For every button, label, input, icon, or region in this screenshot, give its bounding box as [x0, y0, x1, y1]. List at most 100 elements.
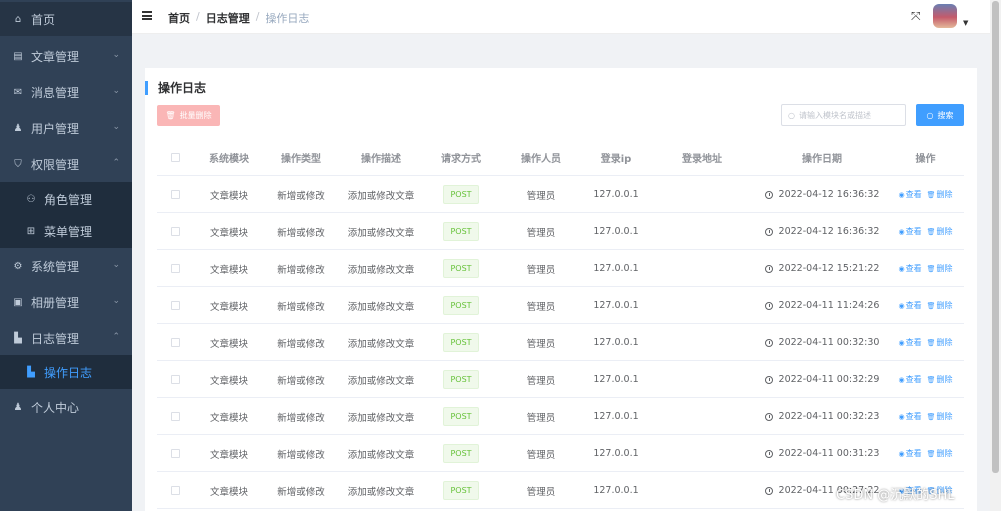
users-icon: ⚇	[26, 193, 36, 205]
cell-user: 管理员	[526, 301, 556, 313]
row-checkbox[interactable]	[170, 227, 180, 236]
chevron-down-icon: ⌄	[112, 296, 120, 306]
table-row: 文章模块 新增或修改 添加或修改文章 POST 管理员 127.0.0.1 2022-04-…	[157, 176, 964, 213]
view-link[interactable]: ◉查看	[899, 448, 922, 459]
select-all-checkbox[interactable]	[170, 153, 180, 162]
search-button[interactable]: ○ 搜索	[916, 104, 964, 126]
delete-link[interactable]: 🗑删除	[927, 226, 953, 237]
header-type: 操作类型	[281, 154, 321, 165]
avatar[interactable]	[933, 4, 957, 28]
row-checkbox[interactable]	[170, 301, 180, 310]
navbar: 首页 / 日志管理 / 操作日志 ⤧ ▼	[132, 0, 990, 34]
sidebar-item-operation-log[interactable]: ▙ 操作日志	[0, 355, 132, 389]
delete-link[interactable]: 🗑删除	[927, 374, 953, 385]
view-link[interactable]: ◉查看	[899, 263, 922, 274]
breadcrumb-log-management[interactable]: 日志管理	[206, 10, 250, 26]
delete-link[interactable]: 🗑删除	[927, 337, 953, 348]
table-row: 文章模块 新增或修改 添加或修改文章 POST 管理员 127.0.0.1 2022-04-…	[157, 213, 964, 250]
search-button-label: 搜索	[937, 110, 954, 120]
breadcrumb-home[interactable]: 首页	[168, 10, 190, 26]
delete-link[interactable]: 🗑删除	[927, 300, 953, 311]
chevron-down-icon: ⌄	[112, 50, 120, 60]
delete-label: 删除	[936, 301, 953, 310]
row-checkbox[interactable]	[170, 264, 180, 273]
row-checkbox[interactable]	[170, 449, 180, 458]
cell-address	[647, 435, 757, 472]
cell-desc: 添加或修改文章	[347, 264, 415, 276]
batch-delete-label: 批量删除	[179, 111, 212, 120]
cell-ip: 127.0.0.1	[593, 226, 639, 237]
table-header: 系统模块 操作类型 操作描述 请求方式 操作人员 登录ip 登录地址 操作日期 …	[157, 139, 964, 176]
cell-type: 新增或修改	[277, 412, 325, 424]
row-checkbox[interactable]	[170, 338, 180, 347]
row-checkbox[interactable]	[170, 375, 180, 384]
sidebar-item-profile[interactable]: ♟ 个人中心	[0, 390, 132, 424]
trash-icon: 🗑	[926, 302, 936, 310]
cell-user: 管理员	[526, 338, 556, 350]
view-link[interactable]: ◉查看	[899, 411, 922, 422]
log-icon: ▙	[14, 332, 22, 344]
sidebar-item-albums[interactable]: ▣ 相册管理 ⌄	[0, 285, 132, 319]
sidebar-item-label: 操作日志	[44, 365, 93, 380]
sidebar-item-home[interactable]: ⌂ 首页	[0, 2, 132, 36]
sidebar-item-messages[interactable]: ✉ 消息管理 ⌄	[0, 75, 132, 109]
chevron-up-icon: ⌃	[112, 332, 120, 342]
sidebar: ⌂ 首页 ▤ 文章管理 ⌄ ✉ 消息管理 ⌄ ♟ 用户管理 ⌄ ⛉ 权限管理 ⌃…	[0, 0, 132, 511]
chevron-up-icon: ⌃	[112, 158, 120, 168]
eye-icon: ◉	[898, 450, 905, 458]
cell-user: 管理员	[526, 486, 556, 498]
chevron-down-icon: ⌄	[112, 122, 120, 132]
delete-link[interactable]: 🗑删除	[927, 448, 953, 459]
view-label: 查看	[905, 190, 922, 199]
view-link[interactable]: ◉查看	[899, 337, 922, 348]
sidebar-item-label: 文章管理	[31, 49, 80, 64]
view-link[interactable]: ◉查看	[899, 189, 922, 200]
view-link[interactable]: ◉查看	[899, 374, 922, 385]
sidebar-item-articles[interactable]: ▤ 文章管理 ⌄	[0, 39, 132, 73]
gear-icon: ⚙	[13, 260, 23, 272]
method-tag: POST	[443, 185, 479, 204]
view-link[interactable]: ◉查看	[899, 226, 922, 237]
log-file-icon: ▙	[27, 366, 35, 378]
batch-delete-button[interactable]: 🗑 批量删除	[157, 105, 220, 126]
fullscreen-icon[interactable]: ⤧	[911, 10, 923, 22]
eye-icon: ◉	[898, 228, 905, 236]
caret-down-icon[interactable]: ▼	[963, 19, 968, 27]
view-link[interactable]: ◉查看	[899, 300, 922, 311]
delete-link[interactable]: 🗑删除	[927, 411, 953, 422]
trash-icon: 🗑	[926, 228, 936, 236]
sidebar-item-roles[interactable]: ⚇ 角色管理	[0, 182, 132, 216]
sidebar-item-users[interactable]: ♟ 用户管理 ⌄	[0, 111, 132, 145]
cell-module: 文章模块	[209, 412, 248, 424]
home-icon: ⌂	[14, 13, 22, 25]
sidebar-item-system[interactable]: ⚙ 系统管理 ⌄	[0, 249, 132, 283]
search-icon: ○	[926, 110, 934, 120]
row-checkbox[interactable]	[170, 190, 180, 199]
sidebar-item-logs[interactable]: ▙ 日志管理 ⌃	[0, 321, 132, 355]
cell-type: 新增或修改	[277, 301, 325, 313]
search-input[interactable]: ○ 请输入模块名或描述	[781, 104, 906, 126]
page-scrollbar[interactable]	[990, 0, 1001, 511]
chevron-down-icon: ⌄	[112, 260, 120, 270]
cell-module: 文章模块	[209, 301, 248, 313]
cell-address	[647, 472, 757, 509]
hamburger-icon[interactable]	[142, 11, 152, 20]
eye-icon: ◉	[898, 339, 905, 347]
cell-type: 新增或修改	[277, 264, 325, 276]
sidebar-item-label: 角色管理	[44, 192, 93, 207]
delete-link[interactable]: 🗑删除	[927, 263, 953, 274]
view-label: 查看	[905, 449, 922, 458]
cell-type: 新增或修改	[277, 449, 325, 461]
delete-label: 删除	[936, 449, 953, 458]
row-checkbox[interactable]	[170, 412, 180, 421]
scrollbar-thumb[interactable]	[992, 1, 999, 473]
delete-link[interactable]: 🗑删除	[927, 189, 953, 200]
row-checkbox[interactable]	[170, 486, 180, 495]
view-label: 查看	[905, 227, 922, 236]
table-row: 文章模块 新增或修改 添加或修改文章 POST 管理员 127.0.0.1 2022-04-…	[157, 250, 964, 287]
sidebar-item-menus[interactable]: ⊞ 菜单管理	[0, 214, 132, 248]
sidebar-item-permissions[interactable]: ⛉ 权限管理 ⌃	[0, 147, 132, 181]
cell-desc: 添加或修改文章	[347, 227, 415, 239]
cell-desc: 添加或修改文章	[347, 301, 415, 313]
header-user: 操作人员	[521, 154, 561, 165]
